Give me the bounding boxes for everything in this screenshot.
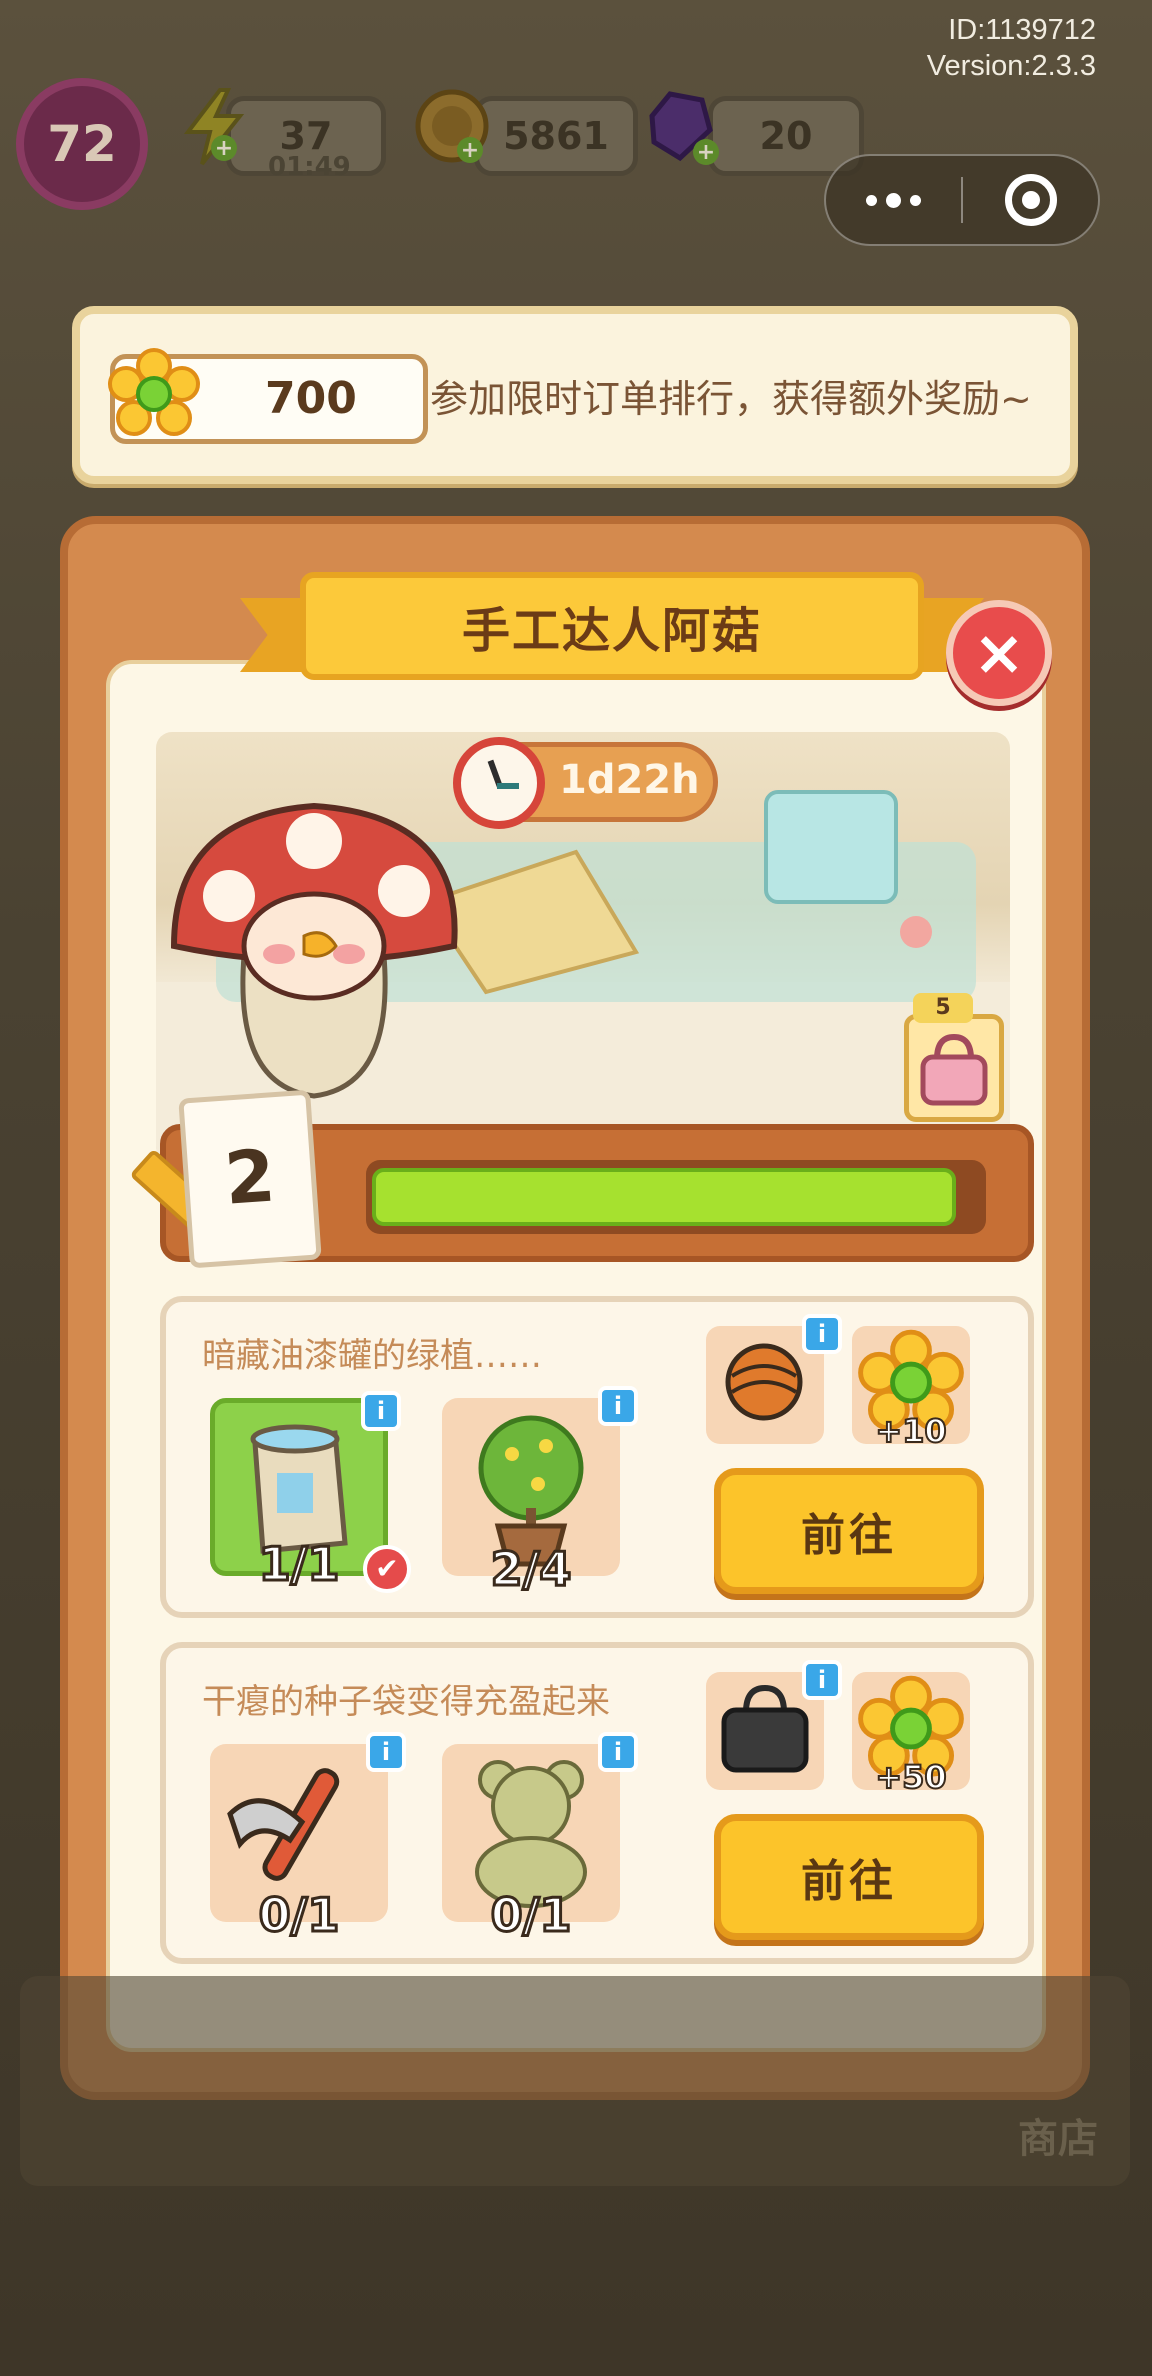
shop-button[interactable]: 商店 xyxy=(1018,2106,1098,2164)
task-item-pickaxe[interactable]: i 0/1 xyxy=(210,1732,406,1944)
version-label: Version:2.3.3 xyxy=(926,50,1096,82)
reward-item-bag[interactable]: i xyxy=(706,1660,842,1790)
item-count: 0/1 xyxy=(489,1887,573,1944)
info-icon[interactable]: i xyxy=(598,1386,638,1426)
svg-text:+: + xyxy=(697,140,715,165)
progress-track xyxy=(366,1160,986,1234)
go-button-label: 前往 xyxy=(801,1856,897,1907)
mini-program-capsule xyxy=(824,154,1100,246)
reward-amount: +50 xyxy=(874,1757,947,1797)
item-count: 2/4 xyxy=(489,1541,573,1598)
close-miniprogram-button[interactable] xyxy=(963,156,1098,244)
player-id: ID:1139712 xyxy=(948,14,1096,46)
info-icon[interactable]: i xyxy=(802,1660,842,1700)
reward-item-yarn[interactable]: i xyxy=(706,1314,842,1444)
info-icon[interactable]: i xyxy=(361,1391,401,1431)
ranking-banner[interactable]: 700 参加限时订单排行，获得额外奖励~ xyxy=(72,306,1078,484)
task-title: 暗藏油漆罐的绿植…… xyxy=(202,1336,542,1376)
event-timer: 1d22h xyxy=(453,737,718,829)
item-count: 0/1 xyxy=(257,1887,341,1944)
more-menu-button[interactable] xyxy=(826,156,961,244)
timer-value: 1d22h xyxy=(559,757,700,803)
close-button[interactable]: × xyxy=(946,600,1052,706)
more-dots-icon xyxy=(866,192,921,208)
go-button[interactable]: 前往 xyxy=(714,1468,984,1594)
bottom-nav xyxy=(20,1976,1130,2186)
reward-amount: +10 xyxy=(874,1411,947,1451)
stage-note: 2 xyxy=(178,1089,322,1269)
title-ribbon: 手工达人阿菇 xyxy=(240,572,984,680)
info-icon[interactable]: i xyxy=(366,1732,406,1772)
go-button-label: 前往 xyxy=(801,1510,897,1561)
ranking-message: 参加限时订单排行，获得额外奖励~ xyxy=(430,377,1032,421)
coin-counter[interactable]: 5861 xyxy=(474,96,638,176)
energy-timer: 01:49 xyxy=(268,152,351,182)
task-card-2: 干瘪的种子袋变得充盈起来 i 0/1 i 0/1 i +50 前往 xyxy=(160,1642,1034,1964)
close-icon: × xyxy=(973,616,1025,689)
stage-reward-chest[interactable]: 5 xyxy=(904,993,1004,1122)
checkmark-icon: ✔ xyxy=(363,1545,411,1593)
task-title: 干瘪的种子袋变得充盈起来 xyxy=(202,1682,610,1722)
info-icon[interactable]: i xyxy=(802,1314,842,1354)
item-count: 1/1 xyxy=(257,1536,341,1593)
level-value: 72 xyxy=(47,115,117,173)
progress-fill xyxy=(372,1168,956,1226)
event-panel: 手工达人阿菇 × 1d22h 2 5 暗藏油漆罐的绿植…… i 1/1 ✔ i … xyxy=(60,516,1090,2100)
reward-count: 5 xyxy=(913,993,973,1023)
svg-text:+: + xyxy=(215,136,233,161)
task-card-1: 暗藏油漆罐的绿植…… i 1/1 ✔ i 2/4 i +10 前往 xyxy=(160,1296,1034,1618)
info-icon[interactable]: i xyxy=(598,1732,638,1772)
pink-bag-icon xyxy=(920,1033,988,1106)
task-item-potted-plant[interactable]: i 2/4 xyxy=(442,1386,638,1598)
stage-number: 2 xyxy=(221,1133,278,1221)
reward-flowers: +50 xyxy=(852,1672,970,1797)
task-item-paint-bucket[interactable]: i 1/1 ✔ xyxy=(210,1391,411,1593)
panel-title: 手工达人阿菇 xyxy=(461,603,762,659)
flower-icon xyxy=(108,348,200,436)
flower-score: 700 xyxy=(265,373,357,424)
task-item-teddy-bear[interactable]: i 0/1 xyxy=(442,1732,638,1944)
gem-value: 20 xyxy=(759,114,813,158)
svg-text:+: + xyxy=(461,138,479,163)
energy-icon: + xyxy=(174,86,256,168)
target-icon xyxy=(1004,174,1057,226)
mushroom-character xyxy=(170,802,458,1099)
reward-flowers: +10 xyxy=(852,1326,970,1451)
gem-icon: + xyxy=(640,86,722,168)
coin-icon: + xyxy=(412,86,494,168)
go-button[interactable]: 前往 xyxy=(714,1814,984,1940)
build-info: ID:1139712 Version:2.3.3 xyxy=(927,12,1096,84)
clock-icon xyxy=(453,737,545,829)
level-badge[interactable]: 72 xyxy=(16,78,148,210)
coin-value: 5861 xyxy=(503,114,609,158)
